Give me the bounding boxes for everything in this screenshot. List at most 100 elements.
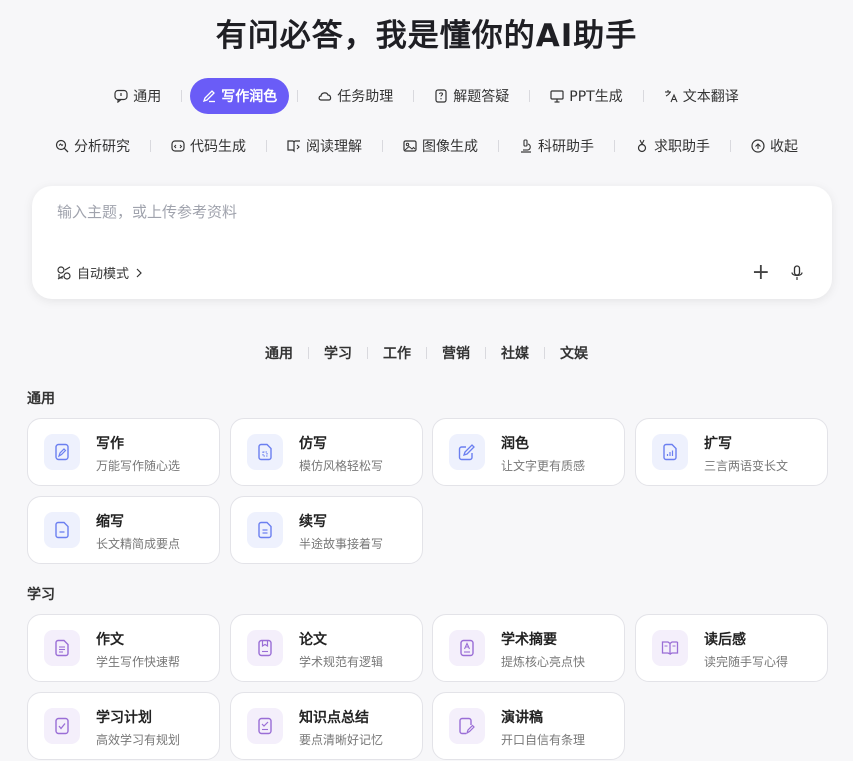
category-study[interactable]: 学习 xyxy=(316,343,360,363)
card-title: 演讲稿 xyxy=(501,710,543,726)
divider xyxy=(485,347,486,359)
medal-icon xyxy=(637,139,647,153)
template-card-polish[interactable]: 润色 让文字更有质感 xyxy=(432,418,625,486)
template-card-academic-abstract[interactable]: 学术摘要 提炼核心亮点快 xyxy=(432,614,625,682)
divider xyxy=(308,347,309,359)
tab-label: 阅读理解 xyxy=(306,139,362,155)
icon-box xyxy=(652,434,688,470)
image-icon xyxy=(403,140,417,152)
card-title: 学习计划 xyxy=(96,710,152,726)
tab-label: 任务助理 xyxy=(337,89,394,105)
template-card-shorten[interactable]: 缩写 长文精简成要点 xyxy=(27,496,220,564)
card-description: 三言两语变长文 xyxy=(704,459,789,473)
tab-code-generate[interactable]: 代码生成 xyxy=(159,128,258,164)
question-doc-icon xyxy=(435,89,447,103)
icon-box xyxy=(449,708,485,744)
template-card-essay[interactable]: 作文 学生写作快速帮 xyxy=(27,614,220,682)
speech-icon xyxy=(459,717,475,735)
tab-image-generate[interactable]: 图像生成 xyxy=(391,128,490,164)
tab-label: 分析研究 xyxy=(74,139,130,155)
prompt-input[interactable]: 输入主题，或上传参考资料 xyxy=(57,201,237,222)
tab-reading-comprehension[interactable]: 阅读理解 xyxy=(275,128,374,164)
card-title: 仿写 xyxy=(299,436,327,452)
edit-icon xyxy=(458,444,475,461)
essay-icon xyxy=(55,639,69,657)
collapse-up-icon xyxy=(751,139,765,153)
card-title: 续写 xyxy=(299,514,327,530)
card-title: 作文 xyxy=(96,632,124,648)
tab-label: 代码生成 xyxy=(190,139,246,155)
tab-task-assistant[interactable]: 任务助理 xyxy=(306,78,405,114)
tab-text-translate[interactable]: 文本翻译 xyxy=(652,78,751,114)
divider xyxy=(266,140,267,152)
card-title: 润色 xyxy=(501,436,529,452)
section-title-general: 通用 xyxy=(27,391,55,407)
divider xyxy=(529,90,531,102)
category-entertainment[interactable]: 文娱 xyxy=(552,343,596,363)
card-description: 万能写作随心选 xyxy=(96,459,181,473)
template-card-reading-reflection[interactable]: 读后感 读完随手写心得 xyxy=(635,614,828,682)
open-book-icon xyxy=(661,641,679,656)
category-marketing[interactable]: 营销 xyxy=(434,343,478,363)
collapse-button[interactable]: 收起 xyxy=(739,128,810,164)
auto-mode-button[interactable]: 自动模式 xyxy=(56,263,144,282)
tab-general[interactable]: 通用 xyxy=(102,78,173,114)
microscope-icon xyxy=(521,139,531,153)
category-work[interactable]: 工作 xyxy=(375,343,419,363)
tab-label: PPT生成 xyxy=(569,89,623,105)
tab-ppt-generate[interactable]: PPT生成 xyxy=(538,78,634,114)
book-icon xyxy=(287,140,300,153)
divider xyxy=(426,347,427,359)
template-card-imitate[interactable]: 仿写 模仿风格轻松写 xyxy=(230,418,423,486)
card-title: 论文 xyxy=(299,632,327,648)
card-description: 长文精简成要点 xyxy=(96,537,181,551)
tab-label: 解题答疑 xyxy=(453,89,510,105)
icon-box xyxy=(247,630,283,666)
card-description: 让文字更有质感 xyxy=(501,459,586,473)
plan-icon xyxy=(55,717,69,735)
divider xyxy=(413,90,415,102)
template-card-thesis[interactable]: 论文 学术规范有逻辑 xyxy=(230,614,423,682)
abstract-icon xyxy=(460,639,474,657)
presentation-icon xyxy=(550,90,564,103)
card-title: 知识点总结 xyxy=(299,710,369,726)
microphone-icon[interactable] xyxy=(790,265,804,281)
tab-analysis-research[interactable]: 分析研究 xyxy=(43,128,142,164)
divider xyxy=(150,140,151,152)
divider xyxy=(614,140,615,152)
auto-mode-label: 自动模式 xyxy=(77,267,130,282)
icon-box xyxy=(449,630,485,666)
card-description: 开口自信有条理 xyxy=(501,733,586,747)
card-description: 读完随手写心得 xyxy=(704,655,789,669)
expand-doc-icon xyxy=(663,443,677,461)
divider xyxy=(382,140,383,152)
template-card-study-plan[interactable]: 学习计划 高效学习有规划 xyxy=(27,692,220,760)
icon-box xyxy=(247,434,283,470)
card-title: 学术摘要 xyxy=(501,632,557,648)
tab-research-assistant[interactable]: 科研助手 xyxy=(507,128,606,164)
template-card-continue[interactable]: 续写 半途故事接着写 xyxy=(230,496,423,564)
card-description: 要点清晰好记忆 xyxy=(299,733,384,747)
magnifier-icon xyxy=(55,139,69,153)
template-card-writing[interactable]: 写作 万能写作随心选 xyxy=(27,418,220,486)
icon-box xyxy=(44,630,80,666)
tab-job-assistant[interactable]: 求职助手 xyxy=(623,128,722,164)
add-attachment-button[interactable]: + xyxy=(752,262,770,284)
icon-box xyxy=(44,434,80,470)
category-filter: 通用 学习 工作 营销 社媒 文娱 xyxy=(0,343,853,363)
card-description: 学术规范有逻辑 xyxy=(299,655,384,669)
tab-problem-solving[interactable]: 解题答疑 xyxy=(422,78,521,114)
template-card-knowledge-summary[interactable]: 知识点总结 要点清晰好记忆 xyxy=(230,692,423,760)
category-general[interactable]: 通用 xyxy=(257,343,301,363)
tab-writing-polish[interactable]: 写作润色 xyxy=(190,78,290,114)
writing-doc-icon xyxy=(55,443,69,461)
template-card-expand[interactable]: 扩写 三言两语变长文 xyxy=(635,418,828,486)
divider xyxy=(297,90,299,102)
chat-bubble-icon xyxy=(114,89,128,103)
template-card-speech[interactable]: 演讲稿 开口自信有条理 xyxy=(432,692,625,760)
prompt-input-card[interactable]: 输入主题，或上传参考资料 自动模式 + xyxy=(32,186,832,299)
shrink-doc-icon xyxy=(55,521,69,539)
card-description: 学生写作快速帮 xyxy=(96,655,181,669)
category-social-media[interactable]: 社媒 xyxy=(493,343,537,363)
auto-mode-icon xyxy=(57,265,71,280)
